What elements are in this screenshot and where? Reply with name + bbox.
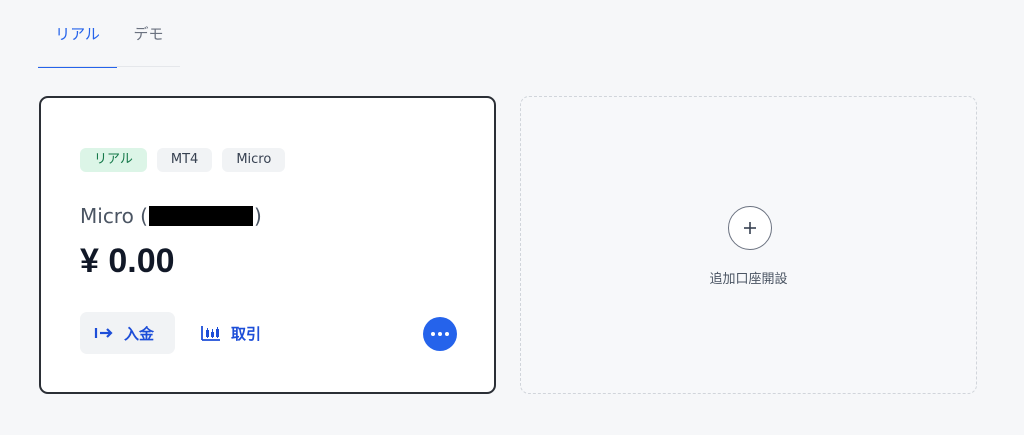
account-balance: ¥ 0.00 [80,242,175,280]
tabs-divider [38,66,180,67]
ellipsis-dot [445,332,449,336]
account-badges: リアル MT4 Micro [80,148,286,172]
badge-account-type: Micro [222,148,286,172]
account-card: リアル MT4 Micro Micro ( ) ¥ 0.00 入金 取引 [39,96,496,394]
trade-button[interactable]: 取引 [201,312,261,354]
add-account-card[interactable]: 追加口座開設 [520,96,977,394]
tab-demo[interactable]: デモ [117,18,180,68]
deposit-label: 入金 [124,324,155,343]
add-account-button[interactable] [728,206,772,250]
tab-real[interactable]: リアル [38,18,117,68]
add-account-label: 追加口座開設 [709,272,788,287]
more-options-button[interactable] [423,317,457,351]
account-name-suffix: ) [254,204,262,228]
plus-icon [744,222,756,234]
account-name: Micro ( ) [80,204,262,228]
candlestick-chart-icon [201,326,220,341]
badge-real: リアル [80,148,147,172]
ellipsis-icon [431,332,435,336]
account-name-prefix: Micro ( [80,204,148,228]
deposit-button[interactable]: 入金 [80,312,175,354]
trade-label: 取引 [231,324,262,343]
badge-platform: MT4 [156,148,213,172]
account-type-tabs: リアル デモ [38,18,180,68]
ellipsis-dot [438,332,442,336]
redacted-account-number [149,206,253,226]
deposit-arrow-icon [94,328,113,338]
